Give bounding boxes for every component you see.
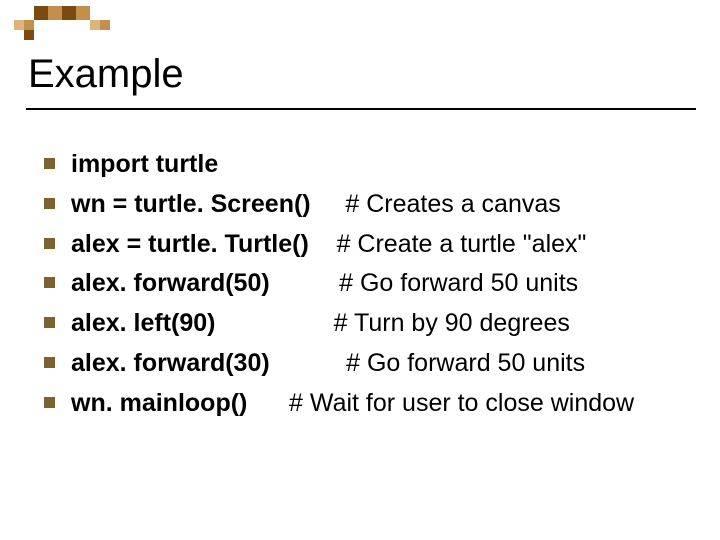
- code-text: alex. left(90): [71, 309, 334, 337]
- bullet-line: wn. mainloop() # Wait for user to close …: [44, 387, 690, 421]
- square-bullet-icon: [44, 158, 55, 169]
- square-bullet-icon: [44, 357, 55, 368]
- code-text: alex. forward(30): [71, 349, 346, 377]
- code-text: alex = turtle. Turtle(): [71, 230, 337, 258]
- bullet-line: alex = turtle. Turtle() # Create a turtl…: [44, 228, 690, 262]
- bullet-line: import turtle: [44, 148, 690, 182]
- square-bullet-icon: [44, 277, 55, 288]
- comment-text: # Go forward 50 units: [346, 349, 585, 377]
- square-bullet-icon: [44, 198, 55, 209]
- square-bullet-icon: [44, 317, 55, 328]
- slide-body: import turtle wn = turtle. Screen() # Cr…: [44, 148, 690, 426]
- slide: Example import turtle wn = turtle. Scree…: [0, 0, 720, 540]
- code-text: wn. mainloop(): [71, 389, 289, 417]
- bullet-line: alex. left(90) # Turn by 90 degrees: [44, 307, 690, 341]
- code-text: wn = turtle. Screen(): [71, 190, 345, 218]
- square-bullet-icon: [44, 397, 55, 408]
- comment-text: # Go forward 50 units: [339, 269, 578, 297]
- code-text: import turtle: [71, 150, 218, 178]
- square-bullet-icon: [44, 238, 55, 249]
- bullet-line: alex. forward(50) # Go forward 50 units: [44, 267, 690, 301]
- title-underline: [26, 108, 696, 110]
- comment-text: # Wait for user to close window: [289, 389, 634, 417]
- bullet-line: alex. forward(30) # Go forward 50 units: [44, 347, 690, 381]
- slide-title: Example: [28, 52, 184, 97]
- comment-text: # Turn by 90 degrees: [334, 309, 570, 337]
- comment-text: # Creates a canvas: [345, 190, 560, 218]
- bullet-line: wn = turtle. Screen() # Creates a canvas: [44, 188, 690, 222]
- code-text: alex. forward(50): [71, 269, 339, 297]
- comment-text: # Create a turtle "alex": [337, 230, 587, 258]
